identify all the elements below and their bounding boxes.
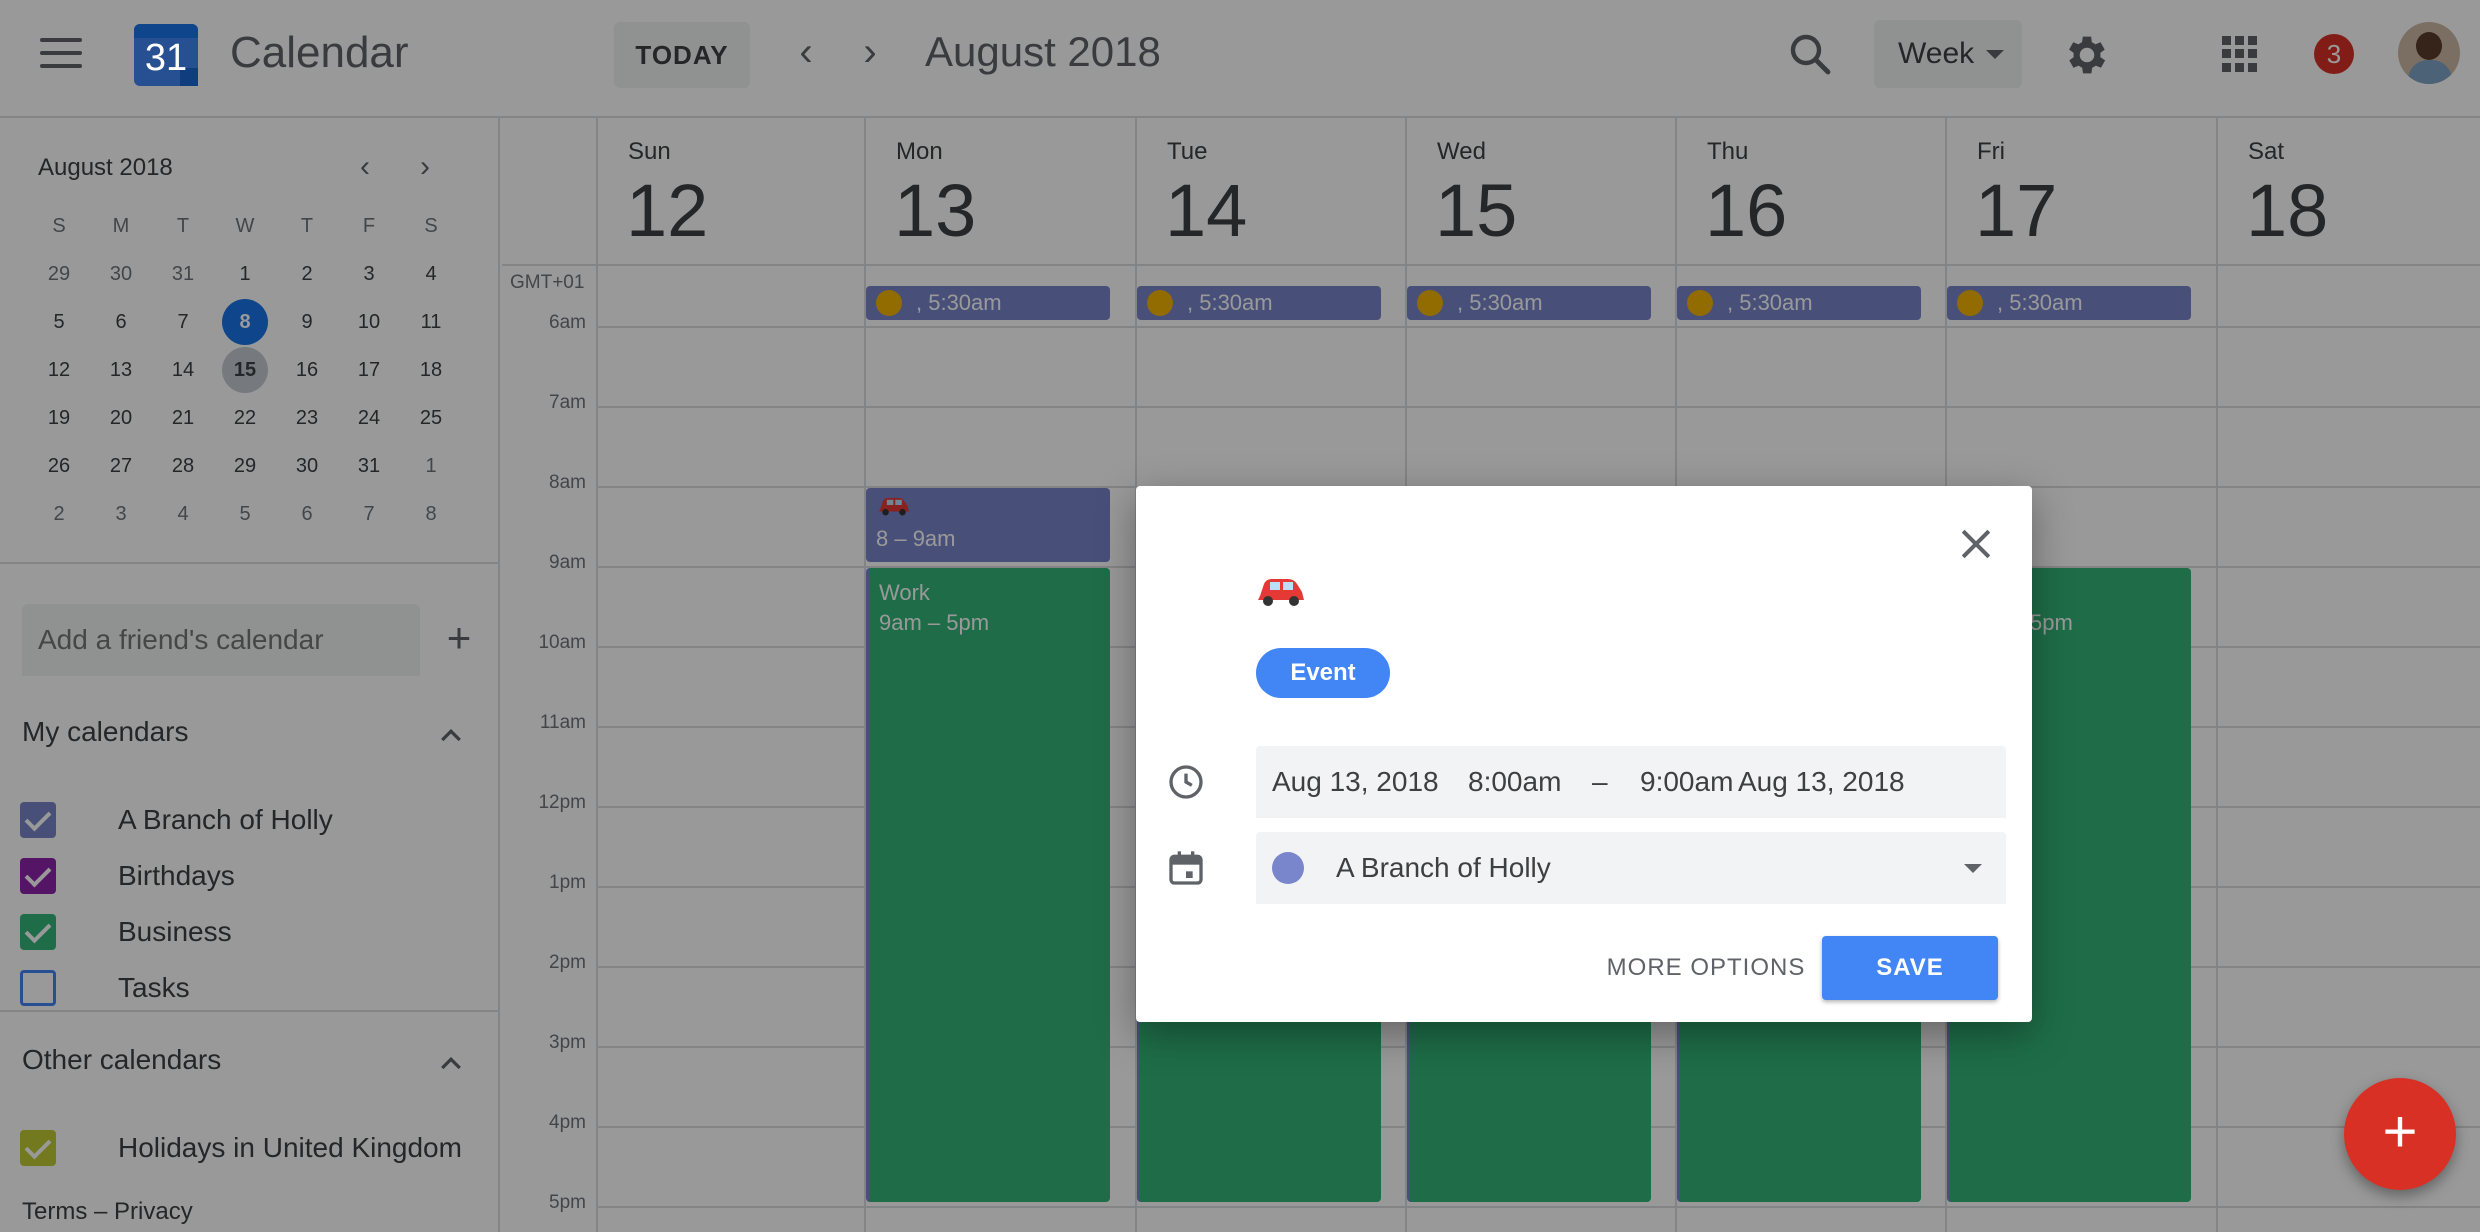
quick-event-dialog: Event Aug 13, 2018 8:00am – 9:00am Aug 1…	[1136, 486, 2032, 1022]
chevron-down-icon	[1964, 864, 1982, 873]
calendar-icon	[1169, 851, 1203, 885]
calendar-color-dot	[1272, 852, 1304, 884]
save-button[interactable]: SAVE	[1822, 936, 1998, 1000]
date-time-field[interactable]: Aug 13, 2018 8:00am – 9:00am Aug 13, 201…	[1256, 746, 2006, 818]
calendar-select[interactable]: A Branch of Holly	[1256, 832, 2006, 904]
event-type-chip[interactable]: Event	[1256, 648, 1390, 698]
close-icon[interactable]	[1954, 522, 1998, 566]
create-event-button[interactable]: +	[2344, 1078, 2456, 1190]
calendar-app: 31 Calendar TODAY ‹ › August 2018 Week 3…	[0, 0, 2480, 1232]
end-date[interactable]: Aug 13, 2018	[1738, 766, 1905, 798]
clock-icon	[1169, 765, 1203, 799]
start-time[interactable]: 8:00am	[1468, 766, 1561, 798]
start-date[interactable]: Aug 13, 2018	[1272, 766, 1439, 798]
car-icon	[1258, 579, 1304, 606]
end-time[interactable]: 9:00am	[1640, 766, 1733, 798]
calendar-select-value: A Branch of Holly	[1336, 852, 1551, 883]
time-range-dash: –	[1592, 766, 1608, 797]
more-options-button[interactable]: MORE OPTIONS	[1606, 936, 1806, 1000]
